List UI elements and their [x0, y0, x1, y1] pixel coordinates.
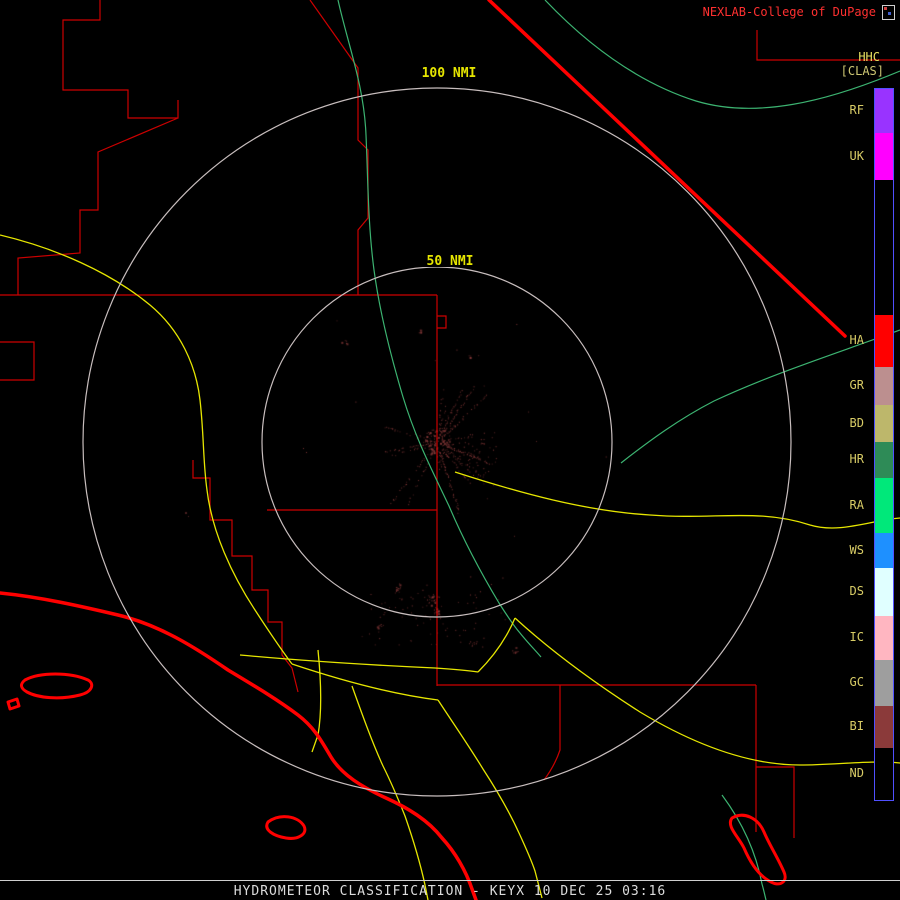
coastline: [0, 591, 478, 900]
highway-line: [437, 699, 543, 899]
range-label-50nmi: 50 NMI: [427, 254, 474, 269]
status-bar-text: HYDROMETEOR CLASSIFICATION - KEYX 10 DEC…: [233, 884, 667, 899]
legend-label-ha: HA: [849, 333, 864, 347]
highway-line: [454, 471, 900, 529]
legend-segment-ha: [875, 315, 893, 367]
highway-line: [291, 663, 439, 701]
highway-line: [239, 654, 479, 673]
broken-image-icon: [882, 5, 895, 20]
county-line: [309, 0, 369, 295]
legend-label-hr: HR: [849, 452, 864, 466]
legend-segment-gap: [875, 180, 893, 315]
county-lines-layer: [0, 0, 900, 838]
legend-label-rf: RF: [849, 103, 864, 117]
product-code-label: HHC: [858, 50, 880, 64]
highway-line: [477, 617, 516, 673]
legend-label-bd: BD: [849, 415, 864, 430]
river-line: [620, 329, 900, 464]
radar-map: 100 NMI 50 NMI: [0, 0, 900, 900]
highway-line: [514, 617, 900, 766]
hydrometeor-legend-colorbar: [874, 88, 894, 801]
legend-label-uk: UK: [849, 148, 864, 163]
islands-outline: [6, 672, 787, 886]
highways-layer: [0, 234, 900, 900]
legend-segment-bd: [875, 405, 893, 442]
legend-label-bi: BI: [849, 719, 864, 733]
range-label-100nmi: 100 NMI: [422, 66, 477, 81]
product-class-label: [CLAS]: [840, 64, 884, 78]
radar-display-page: { "header": { "title": "NEXLAB-College o…: [0, 0, 900, 900]
legend-segment-rf: [875, 89, 893, 133]
legend-label-ic: IC: [849, 630, 864, 644]
legend-segment-gc: [875, 660, 893, 706]
state-border-line: [487, 0, 847, 338]
legend-label-ds: DS: [849, 584, 864, 598]
status-separator-line: [0, 880, 900, 881]
legend-segment-ds: [875, 568, 893, 616]
legend-segment-ic: [875, 616, 893, 660]
legend-label-gr: GR: [849, 378, 864, 392]
legend-segment-uk: [875, 133, 893, 180]
legend-segment-bi: [875, 706, 893, 748]
legend-segment-ws: [875, 533, 893, 568]
county-line: [0, 341, 35, 381]
legend-segment-gr: [875, 367, 893, 405]
legend-label-nd: ND: [849, 766, 864, 780]
legend-label-gc: GC: [849, 675, 864, 689]
page-title: NEXLAB-College of DuPage: [702, 5, 876, 19]
legend-segment-hr: [875, 442, 893, 478]
county-line: [17, 0, 179, 295]
legend-label-ra: RA: [849, 497, 864, 512]
legend-segment-nd: [875, 748, 893, 800]
legend-label-ws: WS: [849, 542, 864, 557]
legend-segment-ra: [875, 478, 893, 533]
